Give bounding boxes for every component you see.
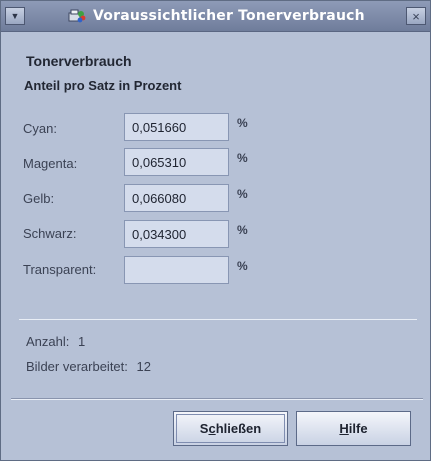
count-stat: Anzahl: 1 — [26, 334, 85, 349]
transparent-field[interactable] — [124, 256, 229, 284]
cyan-label: Cyan: — [23, 121, 57, 136]
magenta-label: Magenta: — [23, 156, 78, 171]
system-menu-icon[interactable]: ▼ — [5, 7, 25, 25]
help-button-label: Hilfe — [339, 421, 368, 436]
yellow-label: Gelb: — [23, 191, 55, 206]
magenta-unit: % — [237, 151, 248, 165]
yellow-unit: % — [237, 187, 248, 201]
app-icon — [68, 9, 86, 23]
transparent-label: Transparent: — [23, 262, 97, 277]
processed-value: 12 — [136, 359, 151, 374]
count-value: 1 — [78, 334, 86, 349]
black-field[interactable]: 0,034300 — [124, 220, 229, 248]
window-title: Voraussichtlicher Tonerverbrauch — [93, 8, 365, 24]
section-title: Tonerverbrauch — [26, 53, 132, 69]
divider — [19, 319, 417, 320]
black-label: Schwarz: — [23, 226, 77, 241]
title-bar[interactable]: ▼ Voraussichtlicher Tonerverbrauch × — [1, 1, 430, 32]
button-bar-divider — [11, 398, 423, 400]
help-button[interactable]: Hilfe — [296, 411, 411, 446]
yellow-field[interactable]: 0,066080 — [124, 184, 229, 212]
section-subtitle: Anteil pro Satz in Prozent — [24, 78, 182, 93]
cyan-field[interactable]: 0,051660 — [124, 113, 229, 141]
transparent-unit: % — [237, 259, 248, 273]
cyan-unit: % — [237, 116, 248, 130]
processed-label: Bilder verarbeitet: — [26, 359, 128, 374]
close-icon[interactable]: × — [406, 7, 426, 25]
count-label: Anzahl: — [26, 334, 70, 349]
toner-dialog: ▼ Voraussichtlicher Tonerverbrauch × Ton… — [0, 0, 431, 461]
black-unit: % — [237, 223, 248, 237]
close-button-label: Schließen — [199, 421, 262, 436]
close-button[interactable]: Schließen — [173, 411, 288, 446]
processed-stat: Bilder verarbeitet: 12 — [26, 359, 151, 374]
magenta-field[interactable]: 0,065310 — [124, 148, 229, 176]
